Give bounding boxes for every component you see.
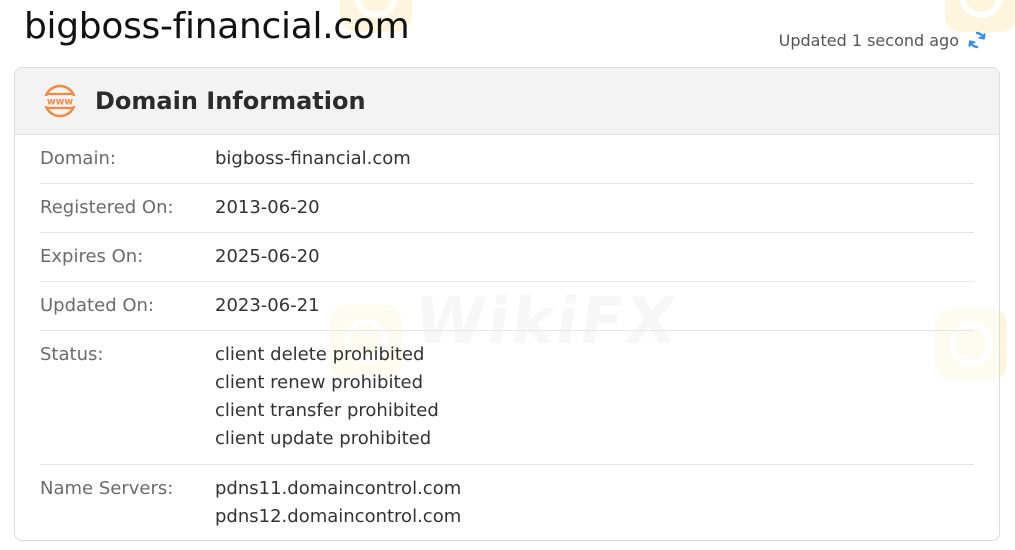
- row-updated-on: Updated On: 2023-06-21: [40, 282, 974, 331]
- row-label: Name Servers:: [40, 478, 174, 499]
- page-title: bigboss-financial.com: [24, 6, 410, 47]
- status-value: client update prohibited: [215, 428, 432, 449]
- row-value: bigboss-financial.com: [215, 148, 411, 169]
- watermark-logo: [945, 0, 1015, 32]
- card-header: www Domain Information: [15, 68, 999, 135]
- row-value: 2025-06-20: [215, 246, 320, 267]
- refresh-icon[interactable]: [967, 30, 987, 50]
- row-domain: Domain: bigboss-financial.com: [40, 135, 974, 184]
- updated-status: Updated 1 second ago: [779, 30, 987, 50]
- updated-text: Updated 1 second ago: [778, 30, 959, 50]
- name-server-value: pdns12.domaincontrol.com: [215, 506, 462, 527]
- row-status: Status: client delete prohibited client …: [40, 331, 974, 465]
- row-label: Updated On:: [40, 295, 154, 316]
- domain-info-card: www Domain Information Domain: bigboss-f…: [14, 67, 1000, 541]
- row-value: 2023-06-21: [215, 295, 320, 316]
- card-title: Domain Information: [95, 87, 366, 115]
- www-icon: www: [41, 84, 79, 118]
- row-expires-on: Expires On: 2025-06-20: [40, 233, 974, 282]
- row-label: Status:: [40, 344, 104, 365]
- row-label: Expires On:: [40, 246, 144, 267]
- row-name-servers: Name Servers: pdns11.domaincontrol.com p…: [40, 465, 974, 531]
- row-label: Domain:: [40, 148, 116, 169]
- row-label: Registered On:: [40, 197, 174, 218]
- status-value: client delete prohibited: [215, 344, 425, 365]
- svg-text:www: www: [47, 97, 74, 108]
- info-rows: Domain: bigboss-financial.com Registered…: [40, 135, 974, 531]
- status-value: client renew prohibited: [215, 372, 424, 393]
- row-registered-on: Registered On: 2013-06-20: [40, 184, 974, 233]
- name-server-values: pdns11.domaincontrol.com pdns12.domainco…: [215, 475, 461, 531]
- status-values: client delete prohibited client renew pr…: [215, 341, 439, 464]
- name-server-value: pdns11.domaincontrol.com: [215, 478, 462, 499]
- page: WikiFX bigboss-financial.com Updated 1 s…: [0, 0, 1015, 550]
- row-value: 2013-06-20: [215, 197, 320, 218]
- status-value: client transfer prohibited: [215, 400, 439, 421]
